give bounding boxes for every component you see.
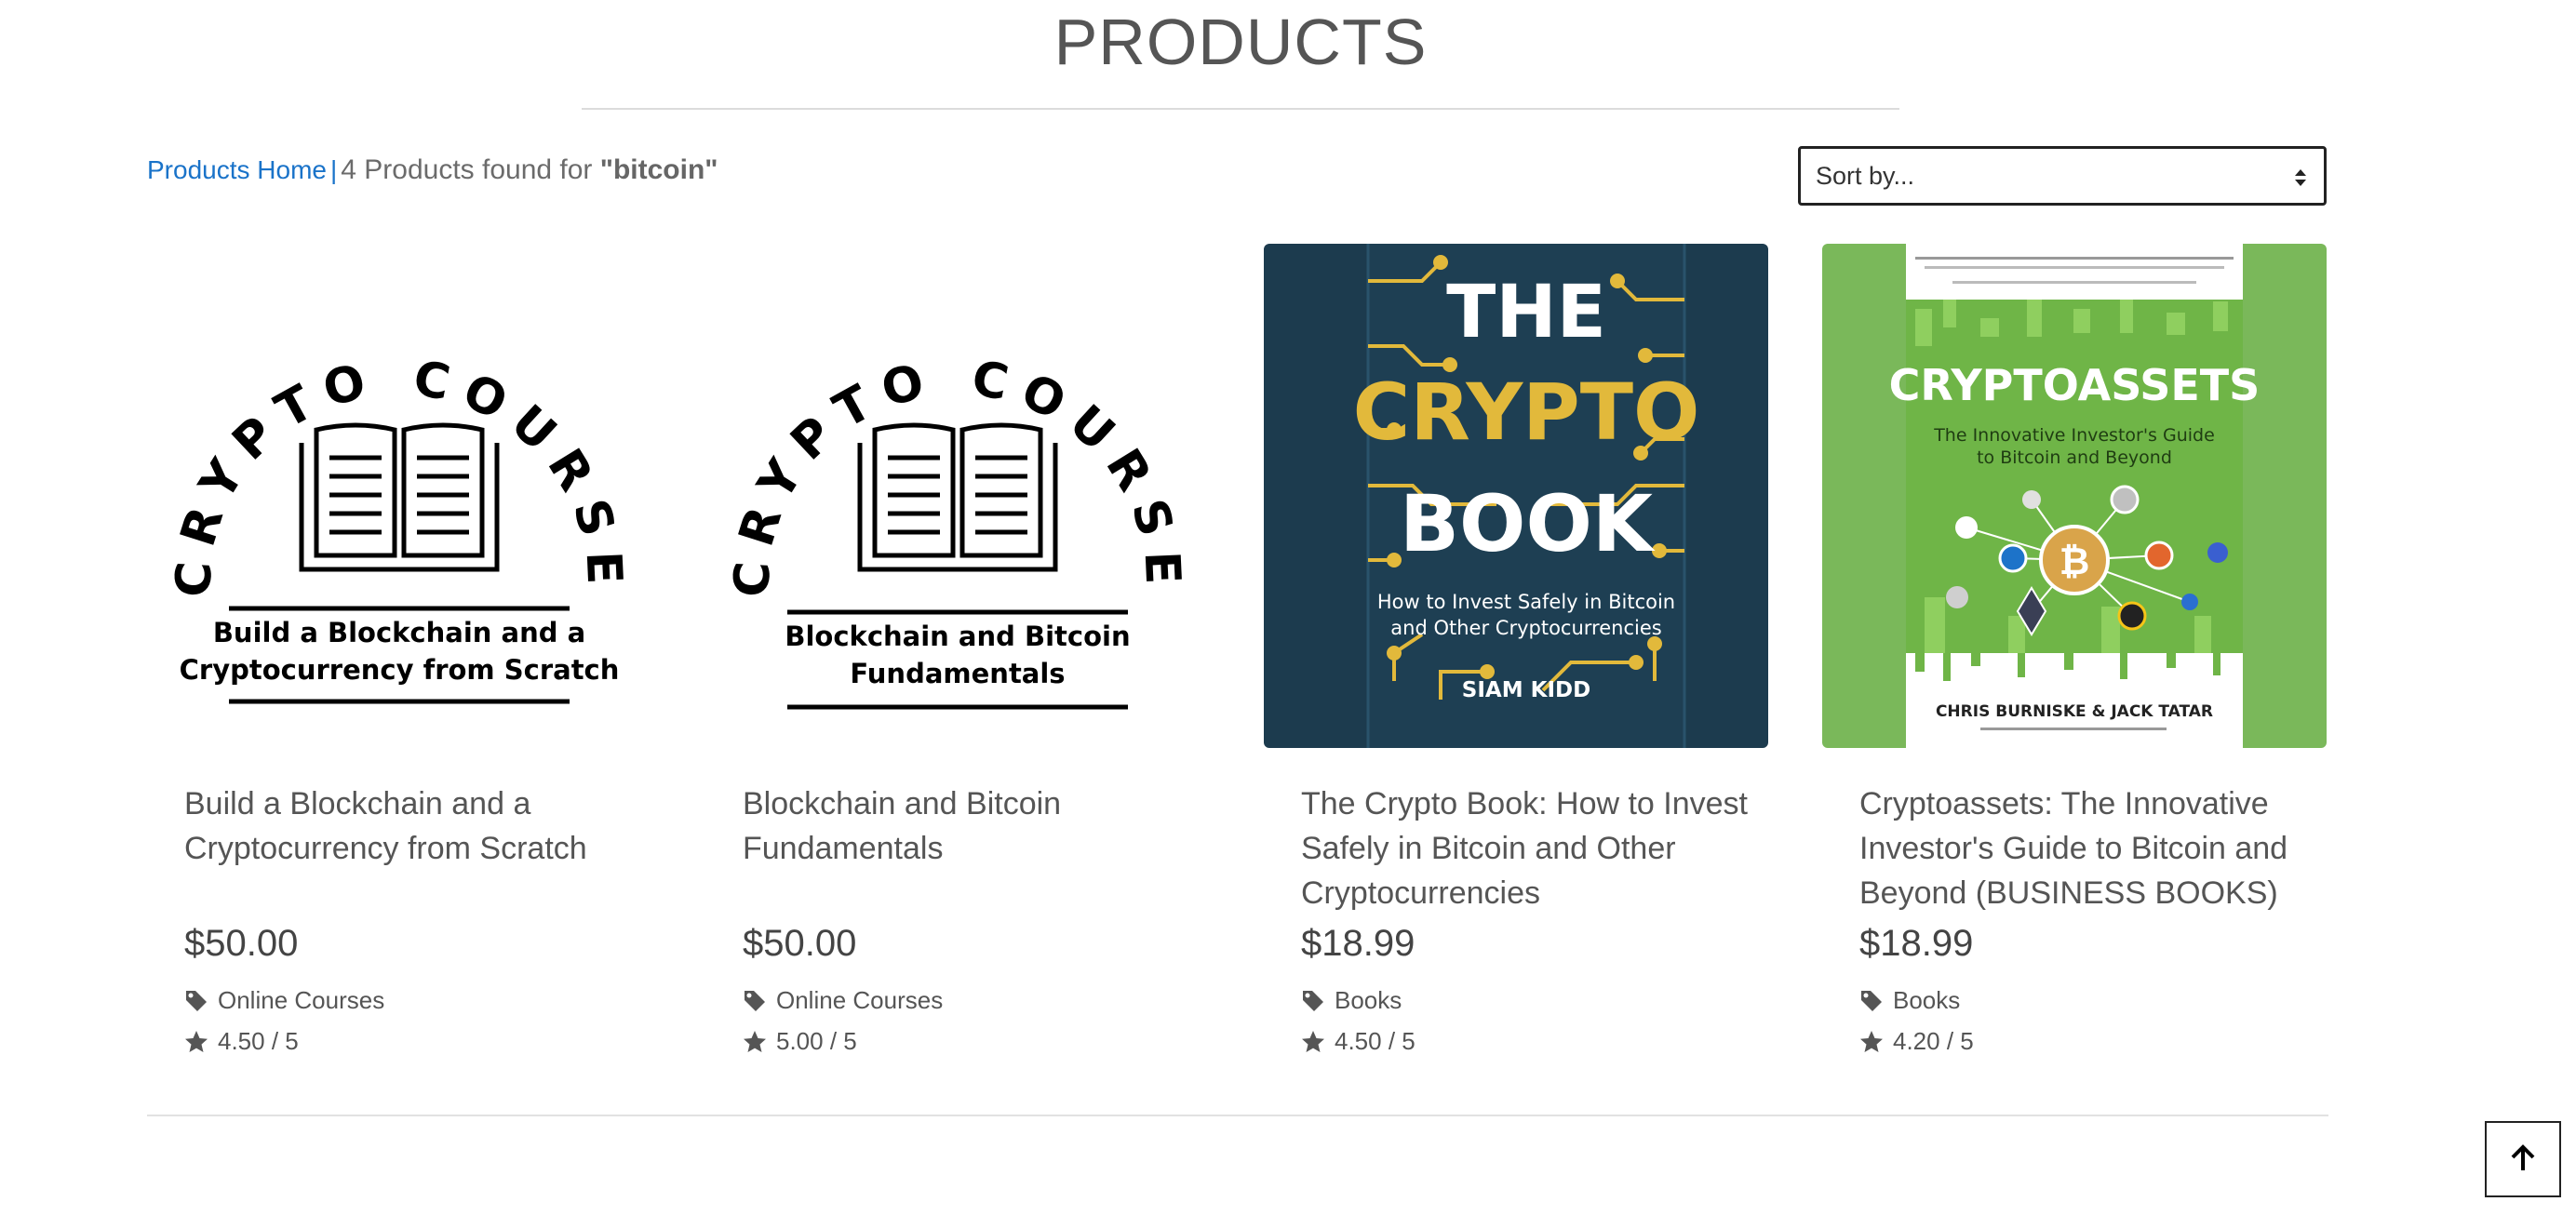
- product-rating: 5.00 / 5: [743, 1027, 857, 1056]
- title-divider: [582, 108, 1899, 110]
- svg-text:THE: THE: [1446, 271, 1606, 354]
- scroll-to-top-button[interactable]: [2485, 1121, 2561, 1197]
- page-title: PRODUCTS: [1053, 6, 1428, 78]
- product-name[interactable]: Cryptoassets: The Innovative Investor's …: [1859, 781, 2306, 915]
- product-rating: 4.20 / 5: [1859, 1027, 1974, 1056]
- svg-text:Fundamentals: Fundamentals: [850, 658, 1065, 689]
- product-price: $50.00: [743, 923, 857, 964]
- product-category: Online Courses: [184, 986, 384, 1015]
- product-price: $18.99: [1301, 923, 1415, 964]
- crypto-course-cover: CRYPTO COURSE Blockchain and Bitcoin Fun…: [705, 244, 1210, 748]
- arrow-up-icon: [2511, 1144, 2535, 1170]
- svg-text:Build a Blockchain and a: Build a Blockchain and a: [213, 617, 585, 648]
- product-card[interactable]: THE CRYPTO BOOK How to Invest Safely in …: [1264, 244, 1768, 1062]
- product-image[interactable]: CRYPTO COURSE Blockchain and Bitcoin Fun…: [705, 244, 1210, 748]
- products-home-link[interactable]: Products Home: [147, 155, 327, 184]
- search-query: "bitcoin": [599, 154, 718, 185]
- product-card[interactable]: CRYPTOASSETS The Innovative Investor's G…: [1822, 244, 2327, 1062]
- tag-icon: [1861, 990, 1882, 1011]
- product-image[interactable]: THE CRYPTO BOOK How to Invest Safely in …: [1264, 244, 1768, 748]
- crypto-book-cover: THE CRYPTO BOOK How to Invest Safely in …: [1264, 244, 1768, 748]
- product-card[interactable]: CRYPTO COURSE Build a Blockchain and a C…: [147, 244, 651, 1062]
- sort-select-value: Sort by...: [1816, 161, 1915, 190]
- svg-text:BOOK: BOOK: [1400, 478, 1656, 569]
- svg-text:Cryptocurrency from Scratch: Cryptocurrency from Scratch: [180, 654, 620, 686]
- bottom-divider: [147, 1115, 2328, 1116]
- tag-icon: [745, 990, 765, 1011]
- star-icon: [1302, 1030, 1324, 1052]
- product-price: $18.99: [1859, 923, 1974, 964]
- product-image[interactable]: CRYPTOASSETS The Innovative Investor's G…: [1822, 244, 2327, 748]
- svg-text:SIAM KIDD: SIAM KIDD: [1462, 678, 1590, 702]
- product-rating: 4.50 / 5: [1301, 1027, 1415, 1056]
- svg-text:₿: ₿: [2059, 541, 2090, 583]
- sort-select[interactable]: Sort by...: [1798, 146, 2327, 206]
- svg-text:CRYPTO: CRYPTO: [1353, 367, 1700, 458]
- svg-text:CRYPTOASSETS: CRYPTOASSETS: [1889, 360, 2261, 410]
- svg-text:Blockchain and Bitcoin: Blockchain and Bitcoin: [785, 621, 1130, 652]
- product-image[interactable]: CRYPTO COURSE Build a Blockchain and a C…: [147, 244, 651, 748]
- results-bar: Products Home | 4 Products found for "bitc…: [147, 154, 718, 186]
- crypto-course-cover: CRYPTO COURSE Build a Blockchain and a C…: [147, 244, 651, 748]
- svg-text:The Innovative Investor's Guid: The Innovative Investor's Guide: [1933, 425, 2215, 446]
- svg-text:How to Invest Safely in Bitcoi: How to Invest Safely in Bitcoin: [1377, 591, 1675, 613]
- product-name[interactable]: Build a Blockchain and a Cryptocurrency …: [184, 781, 631, 871]
- results-count: 4 Products found for: [341, 154, 600, 185]
- svg-text:CHRIS BURNISKE & JACK TATAR: CHRIS BURNISKE & JACK TATAR: [1936, 702, 2213, 721]
- product-category: Books: [1301, 986, 1402, 1015]
- product-price: $50.00: [184, 923, 299, 964]
- tag-icon: [1303, 990, 1323, 1011]
- product-category: Online Courses: [743, 986, 943, 1015]
- svg-text:to Bitcoin and Beyond: to Bitcoin and Beyond: [1977, 447, 2172, 468]
- cryptoassets-cover: CRYPTOASSETS The Innovative Investor's G…: [1822, 244, 2327, 748]
- breadcrumb-separator: |: [329, 155, 338, 184]
- product-name[interactable]: Blockchain and Bitcoin Fundamentals: [743, 781, 1189, 871]
- product-rating: 4.50 / 5: [184, 1027, 299, 1056]
- product-category: Books: [1859, 986, 1960, 1015]
- product-card[interactable]: CRYPTO COURSE Blockchain and Bitcoin Fun…: [705, 244, 1210, 1062]
- star-icon: [1860, 1030, 1883, 1052]
- tag-icon: [186, 990, 207, 1011]
- svg-text:and Other Cryptocurrencies: and Other Cryptocurrencies: [1390, 617, 1661, 639]
- product-name[interactable]: The Crypto Book: How to Invest Safely in…: [1301, 781, 1748, 915]
- sort-arrows-icon: [2295, 169, 2306, 186]
- star-icon: [185, 1030, 208, 1052]
- star-icon: [744, 1030, 766, 1052]
